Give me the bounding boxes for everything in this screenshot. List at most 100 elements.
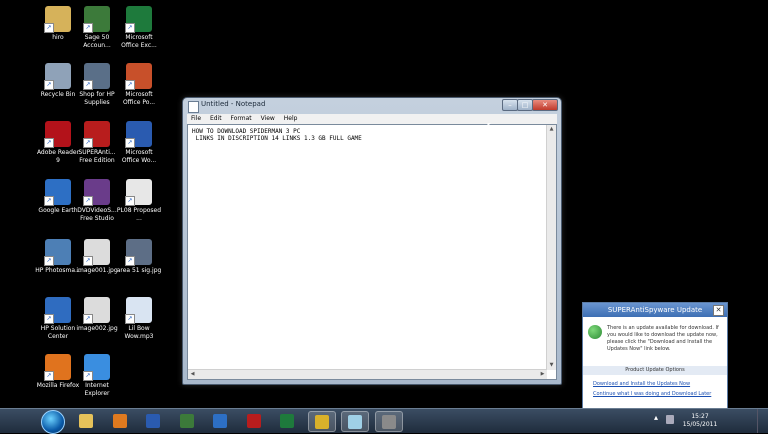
shortcut-arrow-icon: ↗ — [125, 80, 135, 90]
download-now-link[interactable]: Download and Install the Updates Now — [593, 381, 690, 388]
desktop-icon-label: Microsoft Office Po... — [122, 91, 156, 106]
vertical-scrollbar[interactable]: ▲ ▼ — [546, 125, 556, 370]
desktop-icon-label: Sage 50 Accoun... — [83, 34, 111, 49]
scroll-left-icon[interactable]: ◀ — [188, 370, 197, 379]
desktop-icon[interactable]: ↗ DVDVideoS... Free Studio — [74, 179, 120, 223]
internet-explorer-icon: ↗ — [83, 354, 110, 381]
menu-file[interactable]: File — [191, 115, 201, 122]
desktop-icon[interactable]: ↗ Sage 50 Accoun... — [74, 6, 120, 50]
desktop-icon[interactable]: ↗ PL08 Proposed ... — [116, 179, 162, 223]
shortcut-arrow-icon: ↗ — [83, 196, 93, 206]
shortcut-arrow-icon: ↗ — [83, 314, 93, 324]
hp-solution-icon: ↗ — [44, 297, 71, 324]
shortcut-arrow-icon: ↗ — [83, 371, 93, 381]
menu-edit[interactable]: Edit — [210, 115, 222, 122]
shortcut-arrow-icon: ↗ — [125, 256, 135, 266]
menu-help[interactable]: Help — [284, 115, 298, 122]
taskbar-button[interactable] — [107, 411, 133, 430]
show-desktop-button[interactable] — [757, 409, 768, 433]
close-icon[interactable]: ✕ — [713, 305, 724, 316]
start-button[interactable] — [41, 410, 65, 434]
shortcut-arrow-icon: ↗ — [44, 80, 54, 90]
folder-icon: ↗ — [44, 6, 71, 33]
taskbar-button[interactable] — [241, 411, 267, 430]
taskbar: ▴ 15:27 15/05/2011 — [0, 408, 768, 434]
taskbar-button[interactable] — [73, 411, 99, 430]
network-icon[interactable] — [666, 415, 674, 424]
taskbar-button[interactable] — [341, 411, 369, 432]
text-editor[interactable]: HOW TO DOWNLOAD SPIDERMAN 3 PC LINKS IN … — [187, 124, 557, 380]
hp-photosmart-icon: ↗ — [44, 239, 71, 266]
notepad-icon — [188, 101, 199, 113]
desktop-icon[interactable]: ↗ Shop for HP Supplies — [74, 63, 120, 107]
taskbar-button[interactable] — [140, 411, 166, 430]
shortcut-arrow-icon: ↗ — [125, 23, 135, 33]
shortcut-arrow-icon: ↗ — [125, 138, 135, 148]
mouse-cursor-icon: ↖ — [486, 121, 495, 132]
shortcut-arrow-icon: ↗ — [44, 23, 54, 33]
desktop-icon-label: area 51 sig.jpg — [116, 267, 162, 274]
scroll-down-icon[interactable]: ▼ — [547, 361, 556, 370]
shortcut-arrow-icon: ↗ — [83, 138, 93, 148]
update-notification[interactable]: SUPERAntiSpyware Update ✕ There is an up… — [582, 302, 728, 410]
clock-time: 15:27 — [691, 413, 709, 420]
taskbar-button[interactable] — [274, 411, 300, 430]
desktop-icon-label: Microsoft Office Wo... — [121, 149, 157, 164]
media-player-icon — [112, 414, 127, 428]
notepad-window[interactable]: Untitled - Notepad – □ ✕ File Edit Forma… — [182, 97, 562, 385]
horizontal-scrollbar[interactable]: ◀ ▶ — [188, 369, 547, 379]
desktop-icon[interactable]: ↗ image002.jpg — [74, 297, 120, 333]
desktop-icon-label: Shop for HP Supplies — [79, 91, 115, 106]
window-title: Untitled - Notepad — [201, 100, 266, 108]
taskbar-button[interactable] — [207, 411, 233, 430]
notepad-titlebar[interactable]: Untitled - Notepad – □ ✕ — [183, 98, 561, 114]
update-options-heading: Product Update Options — [583, 366, 727, 375]
show-hidden-icons-icon[interactable]: ▴ — [654, 413, 658, 422]
google-earth-icon: ↗ — [44, 179, 71, 206]
scroll-up-icon[interactable]: ▲ — [547, 125, 556, 134]
desktop-icon[interactable]: ↗ Microsoft Office Po... — [116, 63, 162, 107]
shortcut-arrow-icon: ↗ — [83, 23, 93, 33]
notification-message: There is an update available for downloa… — [607, 325, 719, 352]
powerpoint-icon: ↗ — [125, 63, 152, 90]
desktop-icon[interactable]: ↗ Microsoft Office Exc... — [116, 6, 162, 50]
shortcut-arrow-icon: ↗ — [83, 256, 93, 266]
desktop-icon[interactable]: ↗ Lil Bow Wow.mp3 — [116, 297, 162, 341]
hp-shop-icon: ↗ — [83, 63, 110, 90]
download-later-link[interactable]: Continue what I was doing and Download L… — [593, 391, 711, 398]
minimize-button[interactable]: – — [502, 99, 518, 111]
chrome-icon — [314, 415, 329, 429]
clock[interactable]: 15:27 15/05/2011 — [680, 413, 720, 429]
desktop-icon-label: Internet Explorer — [84, 382, 110, 397]
menu-view[interactable]: View — [261, 115, 275, 122]
windows-explorer-icon — [79, 414, 93, 428]
text-line-1: HOW TO DOWNLOAD SPIDERMAN 3 PC — [192, 128, 301, 135]
pdf-icon: ↗ — [125, 179, 152, 206]
superantispyware-icon: ↗ — [83, 121, 110, 148]
shortcut-arrow-icon: ↗ — [44, 138, 54, 148]
menu-bar: File Edit Format View Help — [187, 114, 557, 124]
taskbar-button[interactable] — [374, 411, 403, 432]
recording-app-icon — [381, 415, 396, 429]
menu-format[interactable]: Format — [231, 115, 252, 122]
audio-file-icon: ↗ — [125, 297, 152, 324]
clock-date: 15/05/2011 — [682, 421, 718, 428]
taskbar-button[interactable] — [307, 411, 336, 432]
recycle-bin-icon: ↗ — [44, 63, 71, 90]
shortcut-arrow-icon: ↗ — [44, 371, 54, 381]
scroll-right-icon[interactable]: ▶ — [538, 370, 547, 379]
desktop-icon-label: image001.jpg — [76, 267, 118, 274]
desktop-icon[interactable]: ↗ area 51 sig.jpg — [116, 239, 162, 275]
desktop-icon[interactable]: ↗ Internet Explorer — [74, 354, 120, 398]
desktop-icon[interactable]: ↗ Microsoft Office Wo... — [116, 121, 162, 165]
sage-icon: ↗ — [83, 6, 110, 33]
notification-header: SUPERAntiSpyware Update ✕ — [583, 303, 727, 317]
close-button[interactable]: ✕ — [532, 99, 558, 111]
desktop-icon-label: PL08 Proposed ... — [116, 207, 162, 222]
superantispyware-icon — [246, 414, 261, 428]
taskbar-button[interactable] — [174, 411, 200, 430]
editor-text[interactable]: HOW TO DOWNLOAD SPIDERMAN 3 PC LINKS IN … — [192, 128, 362, 142]
maximize-button[interactable]: □ — [517, 99, 533, 111]
desktop-icon[interactable]: ↗ SUPERAnti... Free Edition — [74, 121, 120, 165]
desktop-icon[interactable]: ↗ image001.jpg — [74, 239, 120, 275]
